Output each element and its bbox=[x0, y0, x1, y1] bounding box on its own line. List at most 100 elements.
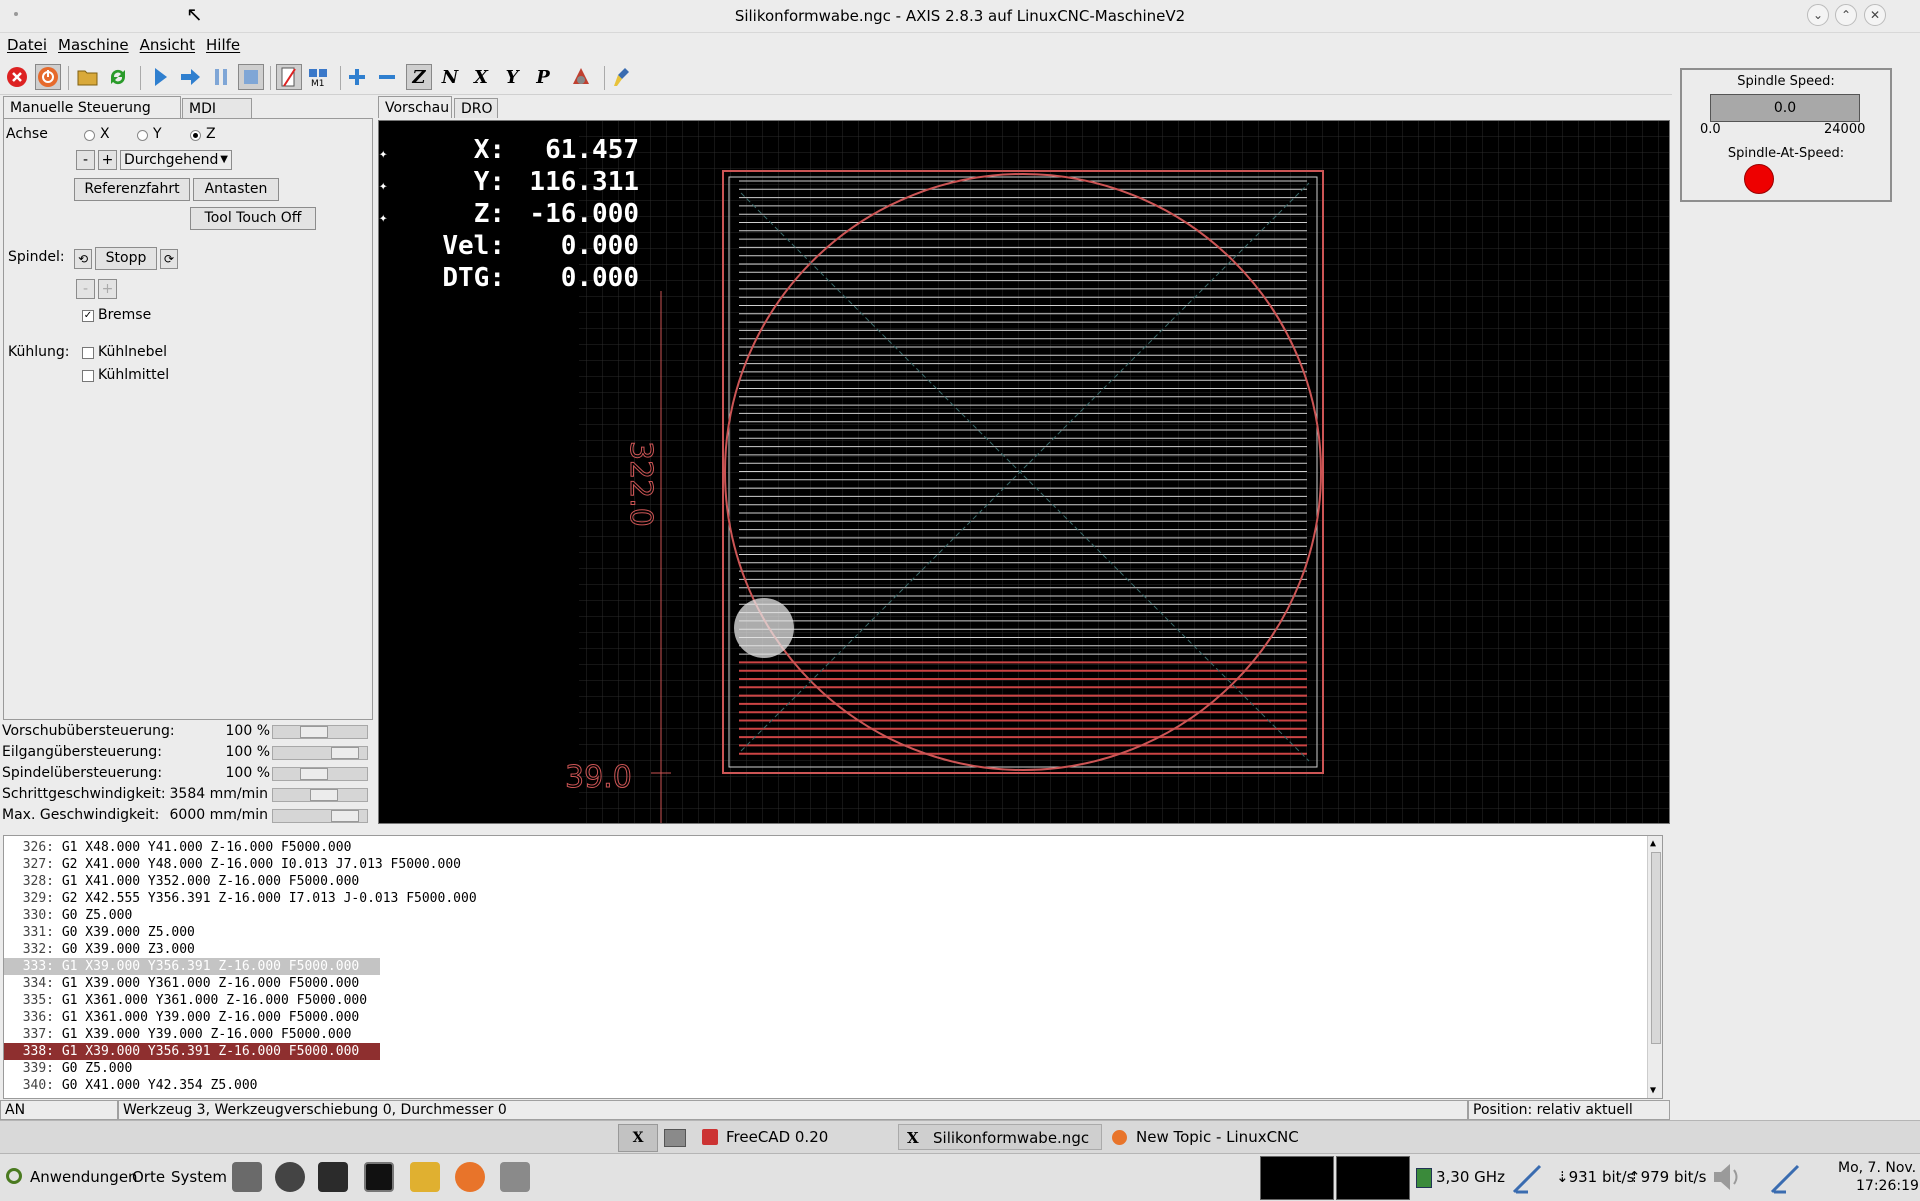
menu-datei[interactable]: Datei bbox=[7, 33, 47, 57]
menu-places[interactable]: Orte bbox=[132, 1168, 165, 1186]
jog-plus-button[interactable]: + bbox=[98, 150, 117, 170]
distro-logo-icon[interactable] bbox=[6, 1168, 22, 1184]
minimize-button[interactable]: ⌄ bbox=[1807, 4, 1829, 26]
code-scrollbar[interactable]: ▲ ▼ bbox=[1647, 836, 1662, 1098]
slider-knob[interactable] bbox=[300, 768, 328, 780]
rapid-override-slider[interactable] bbox=[272, 746, 368, 760]
maximize-button[interactable]: ⌃ bbox=[1835, 4, 1857, 26]
max-velocity-slider[interactable] bbox=[272, 809, 368, 823]
inkscape-icon[interactable] bbox=[318, 1162, 348, 1192]
run-icon[interactable] bbox=[148, 64, 174, 90]
gcode-listing[interactable]: 326: G1 X48.000 Y41.000 Z-16.000 F5000.0… bbox=[3, 835, 1663, 1099]
cpu-frequency: 3,30 GHz bbox=[1436, 1168, 1505, 1186]
open-file-icon[interactable] bbox=[75, 64, 101, 90]
spindle-ccw-icon[interactable]: ⟲ bbox=[74, 249, 92, 269]
tab-dro[interactable]: DRO bbox=[454, 98, 498, 118]
gcode-line[interactable]: 337: G1 X39.000 Y39.000 Z-16.000 F5000.0… bbox=[4, 1026, 352, 1043]
gcode-line[interactable]: 334: G1 X39.000 Y361.000 Z-16.000 F5000.… bbox=[4, 975, 360, 992]
gcode-line[interactable]: 335: G1 X361.000 Y361.000 Z-16.000 F5000… bbox=[4, 992, 367, 1009]
optional-stop-icon[interactable]: M1 bbox=[306, 64, 332, 90]
linuxcnc-icon[interactable] bbox=[410, 1162, 440, 1192]
gcode-line[interactable]: 327: G2 X41.000 Y48.000 Z-16.000 I0.013 … bbox=[4, 856, 461, 873]
view-p-icon[interactable]: P bbox=[530, 64, 556, 90]
menu-maschine[interactable]: Maschine bbox=[58, 33, 129, 57]
estop-icon[interactable] bbox=[4, 64, 30, 90]
task-browser[interactable]: New Topic - LinuxCNC ... bbox=[1102, 1124, 1312, 1172]
file-manager-icon[interactable] bbox=[664, 1129, 686, 1147]
spindle-stop-button[interactable]: Stopp bbox=[95, 247, 157, 270]
rotate-view-icon[interactable] bbox=[568, 64, 594, 90]
scroll-thumb[interactable] bbox=[1651, 852, 1661, 1044]
view-z-icon[interactable]: Z bbox=[406, 64, 432, 90]
view-z2-icon[interactable]: N bbox=[437, 64, 463, 90]
jog-mode-select[interactable]: Durchgehend ▼ bbox=[120, 150, 232, 170]
clock-date[interactable]: Mo, 7. Nov. bbox=[1838, 1160, 1916, 1176]
menu-ansicht[interactable]: Ansicht bbox=[140, 33, 195, 57]
globe-icon[interactable] bbox=[275, 1162, 305, 1192]
zoom-in-icon[interactable] bbox=[344, 64, 370, 90]
gcode-line[interactable]: 338: G1 X39.000 Y356.391 Z-16.000 F5000.… bbox=[4, 1043, 380, 1060]
home-button[interactable]: Referenzfahrt bbox=[74, 178, 190, 201]
task-axis[interactable]: X Silikonformwabe.ngc bbox=[898, 1124, 1102, 1150]
network-icon[interactable] bbox=[1510, 1160, 1546, 1196]
gcode-line[interactable]: 330: G0 Z5.000 bbox=[4, 907, 133, 924]
axis-y-radio[interactable] bbox=[137, 130, 148, 141]
gcode-line[interactable]: 332: G0 X39.000 Z3.000 bbox=[4, 941, 195, 958]
mist-checkbox[interactable] bbox=[82, 347, 94, 359]
line-number: 335: bbox=[22, 993, 54, 1008]
firefox-icon[interactable] bbox=[455, 1162, 485, 1192]
tool-touch-off-button[interactable]: Tool Touch Off bbox=[190, 207, 316, 230]
network-manager-icon[interactable] bbox=[1768, 1160, 1804, 1196]
x-app-icon[interactable]: X bbox=[618, 1124, 658, 1152]
step-icon[interactable] bbox=[178, 64, 204, 90]
spindle-cw-icon[interactable]: ⟳ bbox=[160, 249, 178, 269]
spindle-override-slider[interactable] bbox=[272, 767, 368, 781]
touch-off-button[interactable]: Antasten bbox=[193, 178, 279, 201]
machine-power-icon[interactable] bbox=[35, 64, 61, 90]
clock-time[interactable]: 17:26:19 bbox=[1856, 1178, 1919, 1194]
slider-knob[interactable] bbox=[310, 789, 338, 801]
gcode-line[interactable]: 328: G1 X41.000 Y352.000 Z-16.000 F5000.… bbox=[4, 873, 360, 890]
tab-manual[interactable]: Manuelle Steuerung [F3] bbox=[3, 96, 181, 138]
terminal-icon[interactable] bbox=[364, 1162, 394, 1192]
menu-applications[interactable]: Anwendungen bbox=[30, 1168, 138, 1186]
axis-z-radio[interactable] bbox=[190, 130, 201, 141]
gcode-line[interactable]: 329: G2 X42.555 Y356.391 Z-16.000 I7.013… bbox=[4, 890, 477, 907]
clear-plot-icon[interactable] bbox=[610, 64, 636, 90]
feed-override-slider[interactable] bbox=[272, 725, 368, 739]
flood-checkbox[interactable] bbox=[82, 370, 94, 382]
gcode-line[interactable]: 339: G0 Z5.000 bbox=[4, 1060, 133, 1077]
close-button[interactable]: ✕ bbox=[1864, 4, 1886, 26]
volume-icon[interactable] bbox=[1708, 1160, 1744, 1194]
view-x-icon[interactable]: X bbox=[468, 64, 494, 90]
reload-icon[interactable] bbox=[105, 64, 131, 90]
spindle-faster-button[interactable]: + bbox=[98, 279, 117, 299]
stop-icon[interactable] bbox=[238, 64, 264, 90]
menu-system[interactable]: System bbox=[171, 1168, 227, 1186]
task-freecad[interactable]: FreeCAD 0.20 bbox=[692, 1124, 898, 1150]
gcode-line[interactable]: 336: G1 X361.000 Y39.000 Z-16.000 F5000.… bbox=[4, 1009, 360, 1026]
gcode-line[interactable]: 340: G0 X41.000 Y42.354 Z5.000 bbox=[4, 1077, 258, 1094]
menu-hilfe[interactable]: Hilfe bbox=[206, 33, 240, 57]
slider-knob[interactable] bbox=[331, 810, 359, 822]
view-y-icon[interactable]: Y bbox=[499, 64, 525, 90]
gcode-line[interactable]: 331: G0 X39.000 Z5.000 bbox=[4, 924, 195, 941]
gcode-line[interactable]: 333: G1 X39.000 Y356.391 Z-16.000 F5000.… bbox=[4, 958, 380, 975]
brake-checkbox[interactable]: ✓ bbox=[82, 310, 94, 322]
block-delete-icon[interactable] bbox=[276, 64, 302, 90]
spindle-slower-button[interactable]: - bbox=[76, 279, 95, 299]
toolpath-preview[interactable]: 322.0 39.0 ✦ ✦ ✦ X: 61.457 Y: 116.311 Z:… bbox=[378, 120, 1670, 824]
jog-minus-button[interactable]: - bbox=[76, 150, 95, 170]
jog-speed-slider[interactable] bbox=[272, 788, 368, 802]
printer-icon[interactable] bbox=[500, 1162, 530, 1192]
tab-mdi[interactable]: MDI [F5] bbox=[182, 98, 252, 137]
gcode-line[interactable]: 326: G1 X48.000 Y41.000 Z-16.000 F5000.0… bbox=[4, 839, 352, 856]
calculator-icon[interactable] bbox=[232, 1162, 262, 1192]
zoom-out-icon[interactable] bbox=[374, 64, 400, 90]
tab-preview[interactable]: Vorschau bbox=[378, 96, 452, 118]
slider-knob[interactable] bbox=[300, 726, 328, 738]
axis-x-radio[interactable] bbox=[84, 130, 95, 141]
window-menu-icon[interactable] bbox=[14, 12, 18, 16]
slider-knob[interactable] bbox=[331, 747, 359, 759]
pause-icon[interactable] bbox=[208, 64, 234, 90]
